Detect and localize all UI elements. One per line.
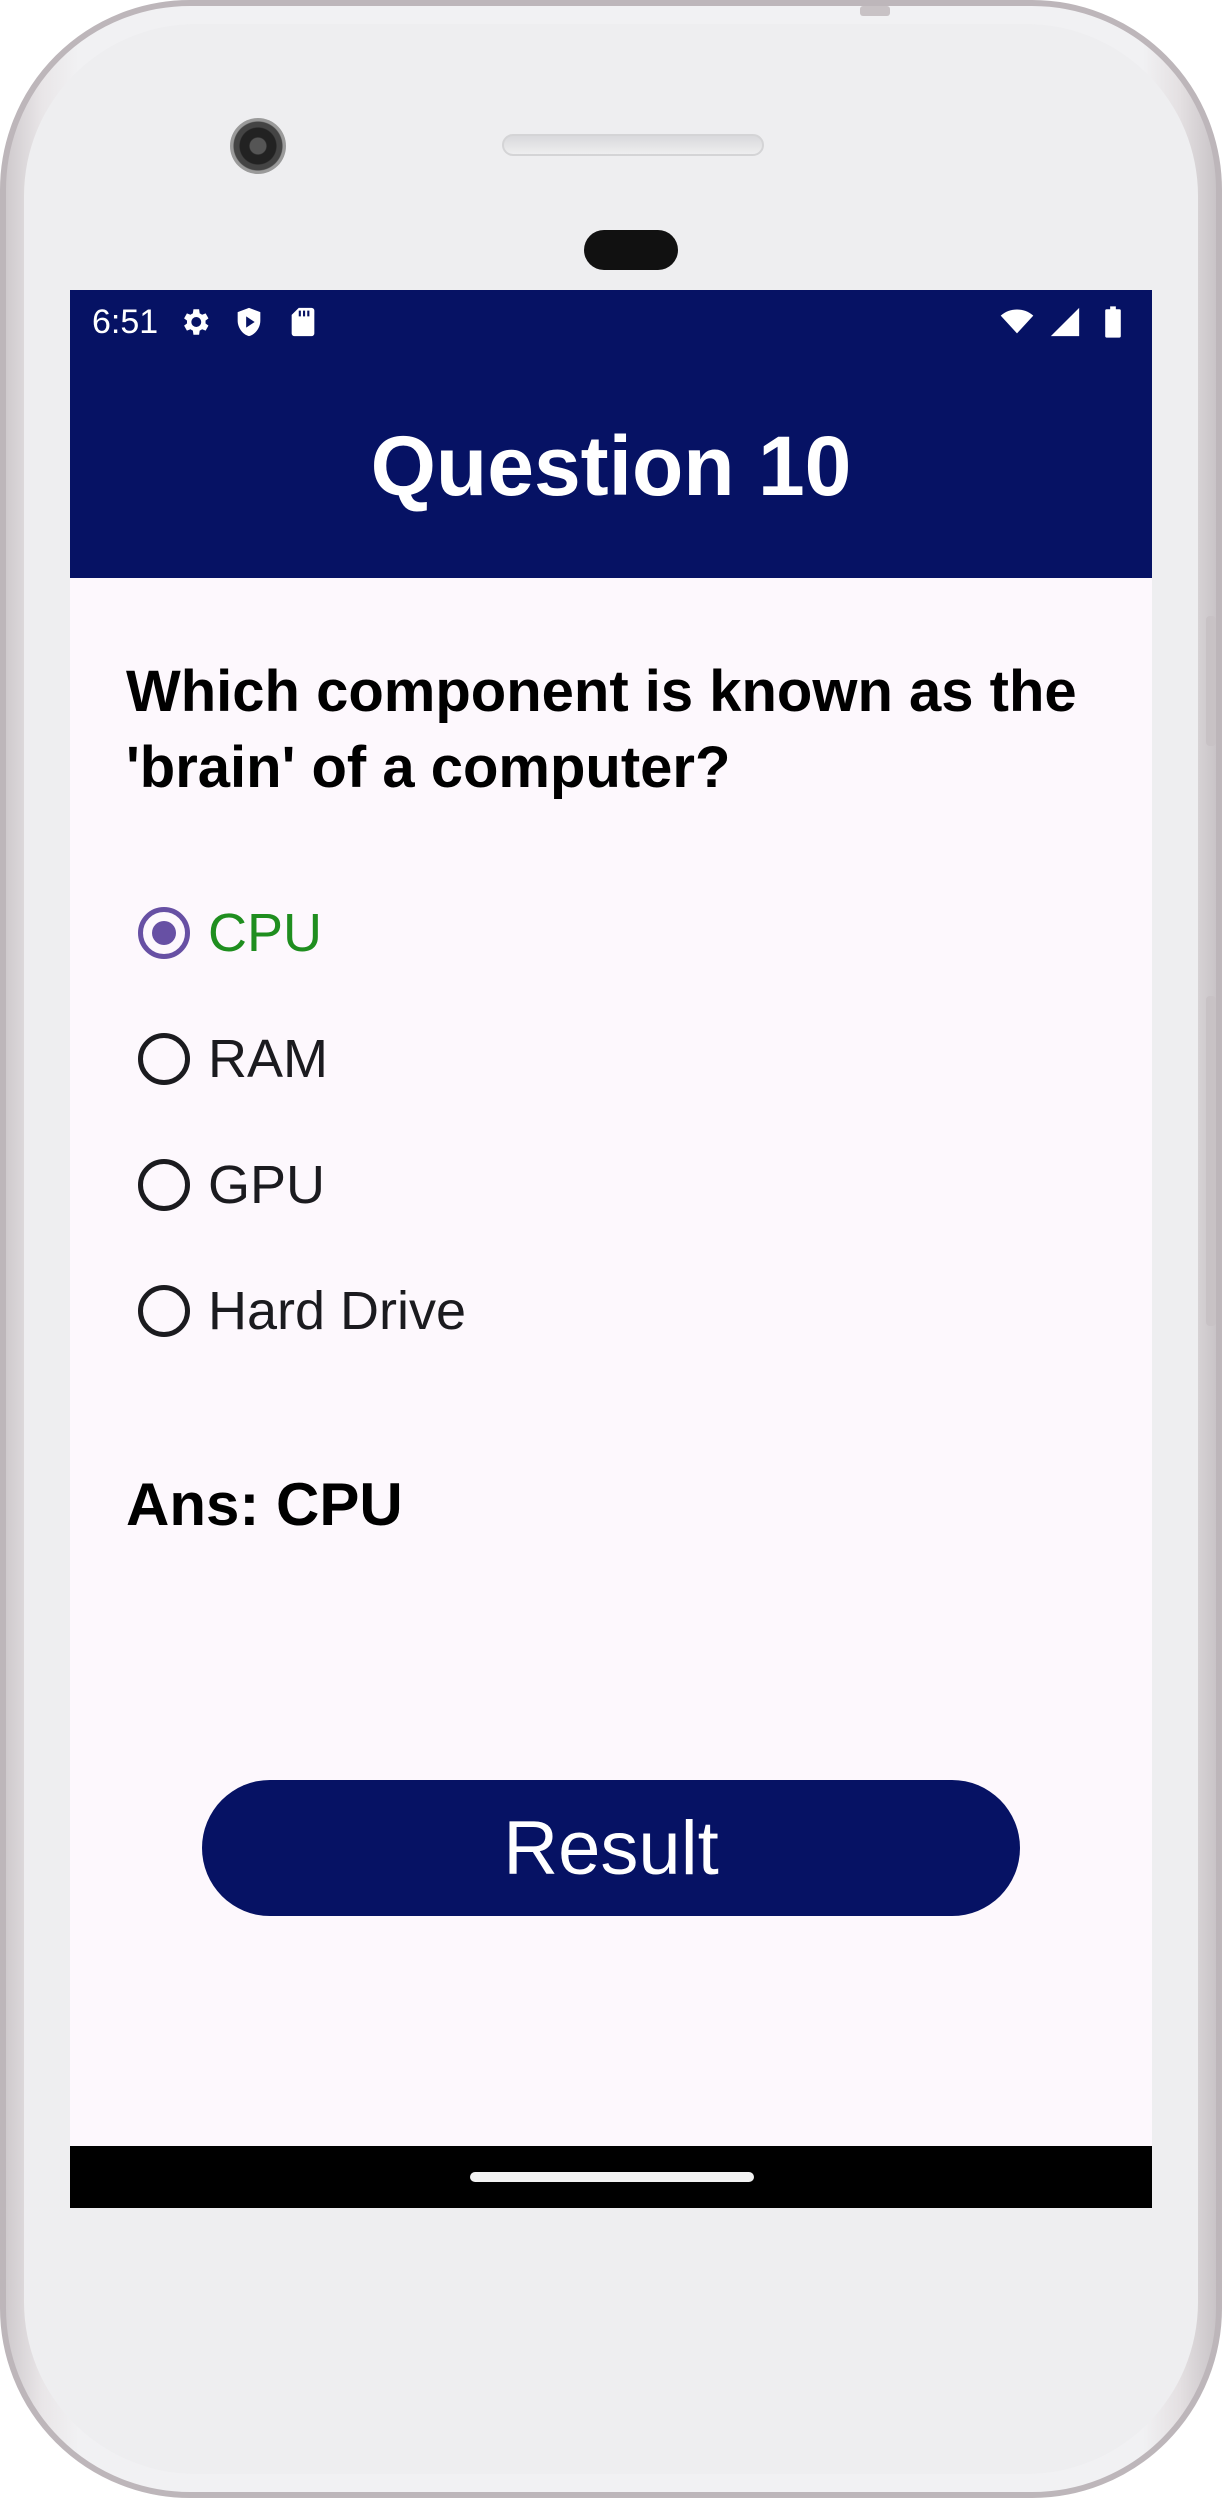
radio-unselected-icon[interactable] (138, 1159, 190, 1211)
radio-unselected-icon[interactable] (138, 1033, 190, 1085)
question-text: Which component is known as the 'brain' … (126, 659, 1077, 800)
radio-unselected-icon[interactable] (138, 1285, 190, 1337)
option-hard-drive[interactable]: Hard Drive (138, 1248, 1038, 1374)
option-label: CPU (208, 903, 323, 963)
signal-icon (1050, 307, 1080, 337)
wifi-icon (1000, 309, 1034, 334)
radio-selected-icon[interactable] (138, 907, 190, 959)
home-gesture-handle[interactable] (470, 2172, 754, 2182)
option-label: GPU (208, 1155, 326, 1215)
screen: 6:51 Question 10 Which component is know… (70, 290, 1152, 2208)
option-cpu[interactable]: CPU (138, 870, 1038, 996)
option-gpu[interactable]: GPU (138, 1122, 1038, 1248)
earpiece-speaker (502, 134, 764, 156)
option-label: Hard Drive (208, 1281, 467, 1341)
option-label: RAM (208, 1029, 328, 1089)
option-ram[interactable]: RAM (138, 996, 1038, 1122)
app-bar: Question 10 (70, 354, 1152, 578)
result-button[interactable]: Result (202, 1780, 1020, 1916)
top-button (860, 6, 890, 16)
front-camera (230, 118, 286, 174)
battery-icon (1105, 306, 1121, 338)
answer-options: CPU RAM GPU Hard Drive (138, 870, 1038, 1374)
sd-card-icon (291, 307, 315, 337)
page-title: Question 10 (370, 418, 852, 513)
volume-button (1206, 996, 1216, 1326)
phone-frame: 6:51 Question 10 Which component is know… (0, 0, 1222, 2498)
power-button (1206, 616, 1216, 746)
shield-icon (237, 307, 261, 337)
answer-text: Ans: CPU (126, 1471, 403, 1538)
status-time: 6:51 (92, 302, 159, 341)
status-bar: 6:51 (70, 290, 1152, 354)
navigation-bar (70, 2146, 1152, 2208)
proximity-sensor (584, 230, 678, 270)
settings-icon (184, 309, 209, 335)
